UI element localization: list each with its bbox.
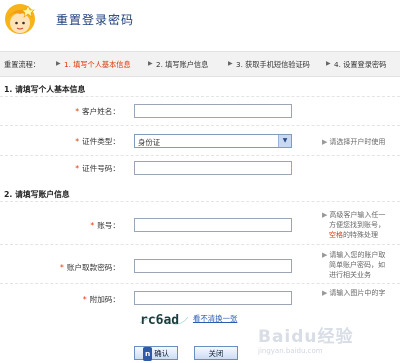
captcha-image: rc6ad xyxy=(138,309,190,329)
arrow-icon: ▶ xyxy=(326,60,331,67)
hint-arrow-icon: ▶ xyxy=(322,211,328,219)
confirm-icon: n xyxy=(142,347,153,361)
verification-code-input[interactable] xyxy=(134,291,292,305)
page-header: 重置登录密码 xyxy=(0,0,400,44)
arrow-icon: ▶ xyxy=(148,60,153,67)
captcha-text: rc6ad xyxy=(140,313,179,328)
required-marker: * xyxy=(75,164,80,173)
close-label: 关闭 xyxy=(208,349,224,358)
avatar-logo-icon xyxy=(5,4,35,34)
step-4: 4. 设置登录密码 xyxy=(334,60,387,69)
baidu-watermark: Baidu经验 jingyan.baidu.com xyxy=(258,322,354,355)
arrow-icon: ▶ xyxy=(228,60,233,67)
withdraw-password-label: * 账户取款密码： xyxy=(0,262,120,273)
password-hint-line-1: 请输入您的账户取 xyxy=(329,251,386,259)
confirm-label: 确认 xyxy=(154,349,170,358)
account-hint-line-3-text: 的特殊处理 xyxy=(343,231,378,239)
required-marker: * xyxy=(75,137,80,146)
id-number-label: * 证件号码： xyxy=(0,163,120,174)
refresh-captcha-link[interactable]: 看不清换一张 xyxy=(193,313,237,324)
id-number-label-text: 证件号码： xyxy=(82,164,120,173)
id-type-label: * 证件类型： xyxy=(0,136,120,147)
account-label: * 账号： xyxy=(0,220,120,231)
watermark-text: Baidu经验 xyxy=(258,327,354,347)
id-type-label-text: 证件类型： xyxy=(82,137,120,146)
withdraw-password-input[interactable] xyxy=(134,259,292,273)
divider xyxy=(0,283,400,284)
arrow-icon: ▶ xyxy=(56,60,61,67)
page-title: 重置登录密码 xyxy=(56,13,135,27)
account-label-text: 账号： xyxy=(97,221,120,230)
code-hint-text: 请输入图片中的字 xyxy=(329,289,386,297)
hint-arrow-icon: ▶ xyxy=(322,289,328,297)
id-number-input[interactable] xyxy=(134,161,292,175)
progress-steps: 重置流程： ▶ 1. 填写个人基本信息 ▶ 2. 填写账户信息 ▶ 3. 获取手… xyxy=(0,51,400,77)
hint-arrow-icon: ▶ xyxy=(322,138,328,146)
customer-name-input[interactable] xyxy=(134,104,292,118)
name-label: * 客户姓名： xyxy=(0,106,120,117)
password-hint-line-2: 简单账户密码，如 xyxy=(329,261,385,269)
id-type-value: 身份证 xyxy=(138,138,161,147)
chevron-down-icon[interactable]: ▼ xyxy=(278,135,291,147)
divider xyxy=(0,96,400,97)
required-marker: * xyxy=(60,263,64,272)
account-hint-highlight: 空格 xyxy=(329,231,343,239)
step-3: 3. 获取手机短信验证码 xyxy=(236,60,310,69)
account-hint: ▶ 高级客户输入任一 方便您找到账号， 空格的特殊处理 xyxy=(322,210,385,240)
section-account-info-title: 2. 请填写账户信息 xyxy=(4,190,70,199)
step-1: 1. 填写个人基本信息 xyxy=(64,60,131,69)
id-type-hint: ▶ 请选择开户时使用 xyxy=(322,137,385,147)
code-label: * 附加码： xyxy=(0,294,120,305)
required-marker: * xyxy=(90,221,95,230)
steps-label: 重置流程： xyxy=(4,60,40,69)
id-type-hint-text: 请选择开户时使用 xyxy=(329,138,386,146)
section-personal-info-title: 1. 请填写个人基本信息 xyxy=(4,85,86,94)
withdraw-password-label-text: 账户取款密码： xyxy=(66,263,120,272)
code-hint: ▶ 请输入图片中的字 xyxy=(322,288,385,298)
step-2: 2. 填写账户信息 xyxy=(156,60,209,69)
divider xyxy=(0,201,400,202)
id-type-select[interactable]: 身份证 ▼ xyxy=(134,134,292,148)
account-hint-line-3: 空格的特殊处理 xyxy=(322,230,385,240)
divider xyxy=(0,244,400,245)
hint-arrow-icon: ▶ xyxy=(322,251,328,259)
close-button[interactable]: 关闭 xyxy=(194,346,238,360)
account-hint-line-2: 方便您找到账号， xyxy=(329,221,385,229)
confirm-button[interactable]: n 确认 xyxy=(134,346,178,361)
password-hint: ▶ 请输入您的账户取 简单账户密码，如 进行相关业务 xyxy=(322,250,385,280)
password-hint-line-3: 进行相关业务 xyxy=(329,271,371,279)
account-input[interactable] xyxy=(134,218,292,232)
divider xyxy=(0,125,400,126)
account-hint-line-1: 高级客户输入任一 xyxy=(329,211,386,219)
watermark-subtext: jingyan.baidu.com xyxy=(258,347,323,355)
required-marker: * xyxy=(82,295,87,304)
required-marker: * xyxy=(75,107,80,116)
code-label-text: 附加码： xyxy=(89,295,120,304)
divider xyxy=(0,155,400,156)
name-label-text: 客户姓名： xyxy=(82,107,120,116)
